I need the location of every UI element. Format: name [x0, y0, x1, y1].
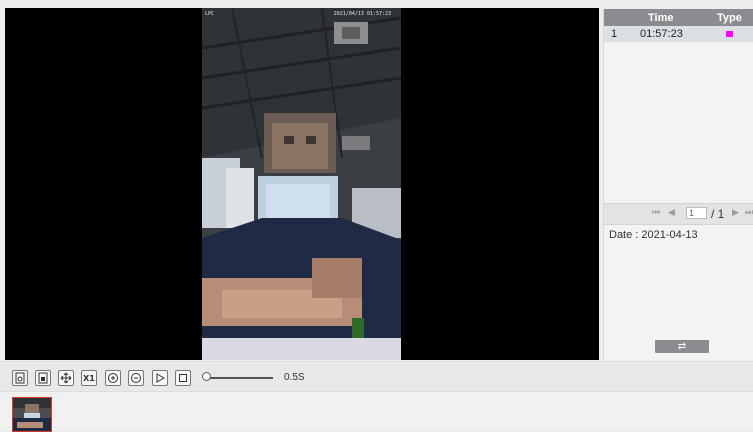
- pagination: ⏮ ◀ 1 / 1 ▶ ⏭: [604, 203, 753, 225]
- date-label: Date : 2021-04-13: [609, 229, 698, 241]
- stop-button[interactable]: [175, 370, 191, 386]
- event-table-header: Time Type: [604, 9, 753, 26]
- next-page-icon[interactable]: ▶: [732, 207, 739, 218]
- row-time: 01:57:23: [640, 28, 683, 40]
- fullscreen-button[interactable]: [58, 370, 74, 386]
- thumbnail-image: [13, 398, 51, 431]
- zoom-out-button[interactable]: [128, 370, 144, 386]
- speed-slider-track[interactable]: [209, 377, 273, 379]
- osd-camera-name: LPC: [205, 11, 215, 17]
- thumbnail-strip: [0, 391, 753, 432]
- column-header-type[interactable]: Type: [717, 12, 742, 24]
- column-header-time[interactable]: Time: [648, 12, 673, 24]
- fullscreen-icon: [60, 372, 72, 384]
- event-type-marker: [726, 31, 733, 37]
- row-index: 1: [611, 28, 618, 40]
- prev-page-icon[interactable]: ◀: [668, 207, 675, 218]
- swap-button[interactable]: ⇄: [655, 340, 709, 353]
- clip-button[interactable]: [35, 370, 51, 386]
- page-number-input[interactable]: 1: [686, 207, 707, 219]
- video-player[interactable]: LPC 2021/04/13 01:57:23: [5, 8, 599, 360]
- zoom-out-icon: [131, 373, 141, 383]
- video-frame: LPC 2021/04/13 01:57:23: [202, 8, 401, 360]
- snapshot-button[interactable]: [12, 370, 28, 386]
- snapshot-icon: [15, 372, 25, 384]
- event-panel: Time Type 1 01:57:23 ⏮ ◀ 1 / 1 ▶ ⏭ Date …: [603, 9, 753, 360]
- first-page-icon[interactable]: ⏮: [652, 207, 660, 218]
- original-size-button[interactable]: X1: [81, 370, 97, 386]
- playback-toolbar: X1 0.5S: [0, 361, 753, 392]
- clip-icon: [38, 372, 48, 384]
- speed-value: 0.5S: [284, 372, 305, 383]
- play-button[interactable]: [152, 370, 168, 386]
- zoom-in-button[interactable]: [105, 370, 121, 386]
- video-scene: [202, 8, 401, 360]
- last-page-icon[interactable]: ⏭: [745, 207, 753, 218]
- stop-icon: [179, 374, 187, 382]
- play-icon: [156, 373, 165, 383]
- osd-timestamp: 2021/04/13 01:57:23: [333, 11, 391, 17]
- page-total: / 1: [711, 207, 725, 221]
- zoom-in-icon: [108, 373, 118, 383]
- thumbnail-item[interactable]: [12, 397, 52, 432]
- speed-slider-handle[interactable]: [202, 372, 211, 381]
- table-row[interactable]: 1 01:57:23: [604, 26, 753, 42]
